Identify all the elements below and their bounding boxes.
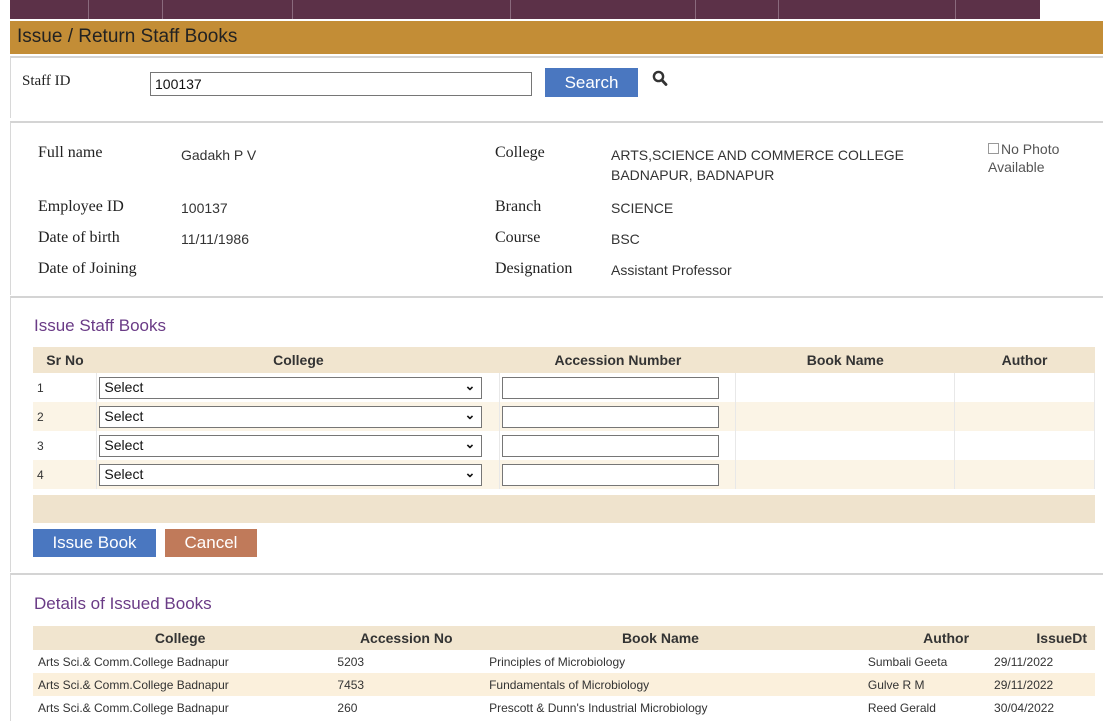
table-row: Arts Sci.& Comm.College Badnapur 260 Pre… — [33, 696, 1095, 719]
sr-no-cell: 2 — [33, 402, 98, 431]
employee-id-label: Employee ID — [38, 198, 124, 215]
table-row: 2 Select ⌄ — [33, 402, 1095, 431]
cancel-button[interactable]: Cancel — [165, 529, 257, 557]
book-name-cell: Fundamentals of Microbiology — [485, 673, 836, 696]
top-nav-separator — [292, 0, 293, 19]
college-value-line2: BADNAPUR, BADNAPUR — [611, 167, 775, 183]
doj-label: Date of Joining — [38, 260, 137, 277]
accession-cell: 5203 — [337, 654, 365, 669]
column-header: Accession Number — [499, 347, 736, 373]
college-value-line1: ARTS,SCIENCE AND COMMERCE COLLEGE — [611, 147, 905, 163]
top-nav-separator — [162, 0, 163, 19]
column-header: Book Name — [735, 347, 955, 373]
college-select[interactable]: Select ⌄ — [99, 463, 483, 486]
broken-image-icon — [988, 143, 999, 154]
table-row: Arts Sci.& Comm.College Badnapur 5203 Pr… — [33, 650, 1095, 673]
table-row: Arts Sci.& Comm.College Badnapur 7453 Fu… — [33, 673, 1095, 696]
column-header: College — [96, 347, 500, 373]
college-cell: Arts Sci.& Comm.College Badnapur — [38, 700, 229, 715]
author-cell: Reed Gerald — [867, 700, 936, 715]
issue-book-button[interactable]: Issue Book — [33, 529, 156, 557]
book-name-cell — [735, 402, 956, 431]
branch-value: SCIENCE — [611, 200, 674, 216]
book-name-cell — [735, 431, 956, 460]
column-header: College — [33, 626, 328, 650]
issue-date-cell: 30/04/2022 — [994, 700, 1055, 715]
top-nav-bar — [10, 0, 1040, 19]
book-name-cell — [735, 373, 956, 402]
chevron-down-icon: ⌄ — [464, 406, 476, 422]
page-header: Issue / Return Staff Books — [10, 21, 1103, 54]
college-select[interactable]: Select ⌄ — [99, 434, 483, 457]
issued-section-title: Details of Issued Books — [34, 594, 212, 613]
column-header: Book Name — [485, 626, 836, 650]
author-cell — [954, 431, 1095, 460]
search-icon[interactable] — [652, 70, 668, 91]
dob-label: Date of birth — [38, 229, 120, 246]
issue-section-title: Issue Staff Books — [34, 316, 166, 335]
column-header: Sr No — [33, 347, 97, 373]
column-header: Accession No — [327, 626, 486, 650]
page-title: Issue / Return Staff Books — [17, 26, 238, 47]
sr-no-cell: 4 — [33, 460, 98, 489]
column-header: Author — [835, 626, 980, 650]
author-cell — [954, 460, 1095, 489]
book-name-cell: Principles of Microbiology — [489, 654, 626, 669]
issue-date-cell: 29/11/2022 — [979, 673, 1095, 696]
designation-label: Designation — [495, 260, 573, 277]
college-cell: Arts Sci.& Comm.College Badnapur — [33, 673, 328, 696]
column-header: Author — [954, 347, 1095, 373]
issued-books-table: College Accession No Book Name Author Is… — [33, 626, 1095, 719]
branch-label: Branch — [495, 198, 542, 215]
table-footer — [33, 495, 1095, 523]
search-button[interactable]: Search — [545, 68, 638, 97]
column-header: IssueDt — [979, 626, 1095, 650]
top-nav-separator — [510, 0, 511, 19]
sr-no-cell: 3 — [33, 431, 98, 460]
chevron-down-icon: ⌄ — [464, 464, 476, 480]
author-cell — [954, 373, 1095, 402]
accession-number-input[interactable] — [502, 405, 720, 428]
top-nav-separator — [88, 0, 89, 19]
full-name-label: Full name — [38, 144, 103, 161]
staff-id-input[interactable] — [150, 72, 532, 96]
author-cell: Gulve R M — [835, 673, 980, 696]
table-row: 1 Select ⌄ — [33, 373, 1095, 402]
college-label: College — [495, 144, 545, 161]
sr-no-cell: 1 — [33, 373, 98, 402]
book-name-cell — [735, 460, 956, 489]
staff-photo: No Photo Available — [988, 140, 1059, 176]
issue-date-cell: 29/11/2022 — [994, 654, 1054, 669]
top-nav — [0, 0, 1103, 19]
dob-value: 11/11/1986 — [181, 231, 249, 247]
photo-alt-text: Available — [988, 159, 1045, 175]
accession-cell: 260 — [337, 700, 358, 715]
table-row: 4 Select ⌄ — [33, 460, 1095, 489]
top-nav-separator — [778, 0, 779, 19]
author-cell: Sumbali Geeta — [867, 654, 948, 669]
accession-cell: 7453 — [327, 673, 486, 696]
accession-number-input[interactable] — [502, 463, 720, 486]
book-name-cell: Prescott & Dunn's Industrial Microbiolog… — [489, 700, 708, 715]
full-name-value: Gadakh P V — [181, 147, 257, 163]
course-value: BSC — [611, 231, 640, 247]
chevron-down-icon: ⌄ — [464, 377, 476, 393]
employee-id-value: 100137 — [181, 200, 228, 216]
accession-number-input[interactable] — [502, 376, 720, 399]
designation-value: Assistant Professor — [611, 262, 732, 278]
table-row: 3 Select ⌄ — [33, 431, 1095, 460]
issue-table: Sr No College Accession Number Book Name… — [33, 347, 1095, 489]
top-nav-separator — [955, 0, 956, 19]
staff-id-label: Staff ID — [22, 73, 71, 89]
author-cell — [954, 402, 1095, 431]
accession-number-input[interactable] — [502, 434, 720, 457]
chevron-down-icon: ⌄ — [464, 435, 476, 451]
top-nav-separator — [695, 0, 696, 19]
college-cell: Arts Sci.& Comm.College Badnapur — [38, 654, 229, 669]
course-label: Course — [495, 229, 541, 246]
college-select[interactable]: Select ⌄ — [99, 376, 483, 399]
college-select[interactable]: Select ⌄ — [99, 405, 483, 428]
